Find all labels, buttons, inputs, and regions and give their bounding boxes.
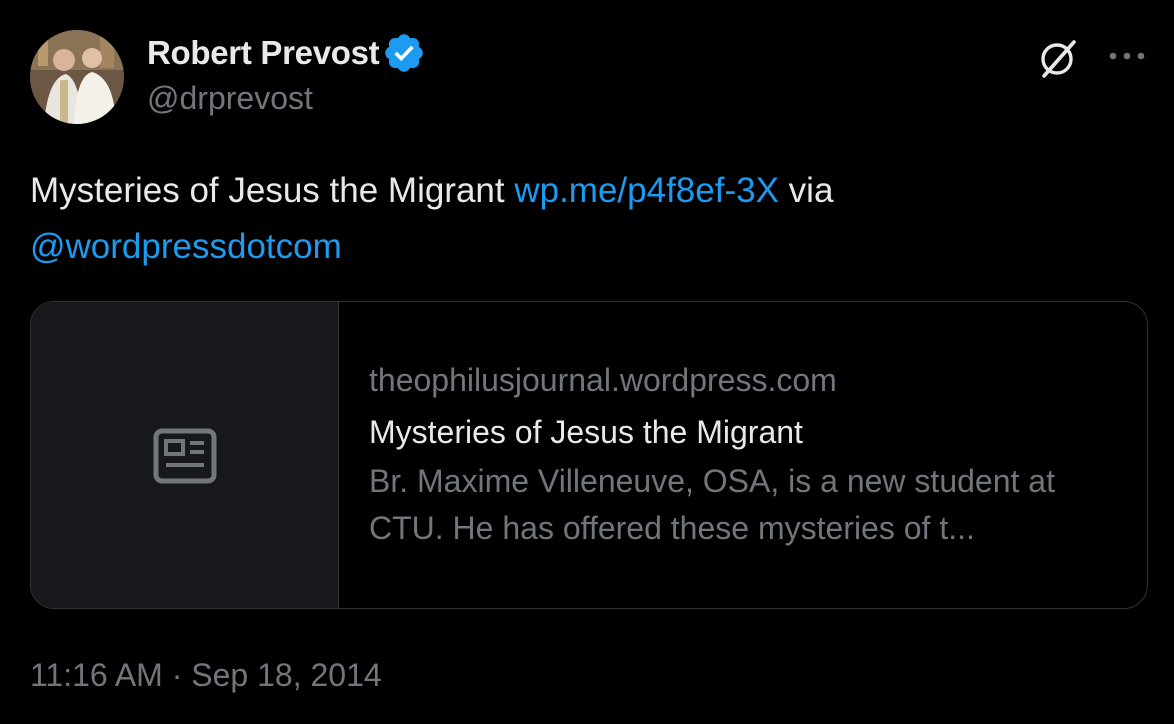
card-thumbnail bbox=[31, 302, 339, 608]
grok-icon[interactable] bbox=[1036, 36, 1080, 80]
display-name[interactable]: Robert Prevost bbox=[147, 34, 380, 72]
more-options-icon[interactable] bbox=[1108, 46, 1146, 66]
tweet-text-intro: Mysteries of Jesus the Migrant bbox=[30, 171, 515, 210]
card-title: Mysteries of Jesus the Migrant bbox=[369, 414, 803, 450]
card-domain: theophilusjournal.wordpress.com bbox=[369, 362, 837, 398]
timestamp[interactable]: 11:16 AM · Sep 18, 2014 bbox=[30, 657, 382, 694]
card-description: Br. Maxime Villeneuve, OSA, is a new stu… bbox=[369, 463, 1055, 546]
tweet: Robert Prevost @drprevost Mysteries of J… bbox=[0, 0, 1174, 724]
tweet-text: Mysteries of Jesus the Migrant wp.me/p4f… bbox=[30, 163, 1130, 275]
tweet-text-via: via bbox=[778, 171, 834, 210]
newspaper-icon bbox=[153, 428, 217, 484]
handle[interactable]: @drprevost bbox=[147, 80, 313, 117]
card-body: theophilusjournal.wordpress.com Mysterie… bbox=[369, 360, 1127, 552]
avatar-image bbox=[30, 30, 124, 124]
avatar[interactable] bbox=[30, 30, 124, 124]
display-name-row: Robert Prevost bbox=[147, 33, 426, 73]
tweet-link[interactable]: wp.me/p4f8ef-3X bbox=[514, 171, 779, 210]
link-preview-card[interactable]: theophilusjournal.wordpress.com Mysterie… bbox=[30, 301, 1148, 609]
mention-link[interactable]: @wordpressdotcom bbox=[30, 227, 342, 266]
verified-badge-icon[interactable] bbox=[382, 31, 426, 75]
